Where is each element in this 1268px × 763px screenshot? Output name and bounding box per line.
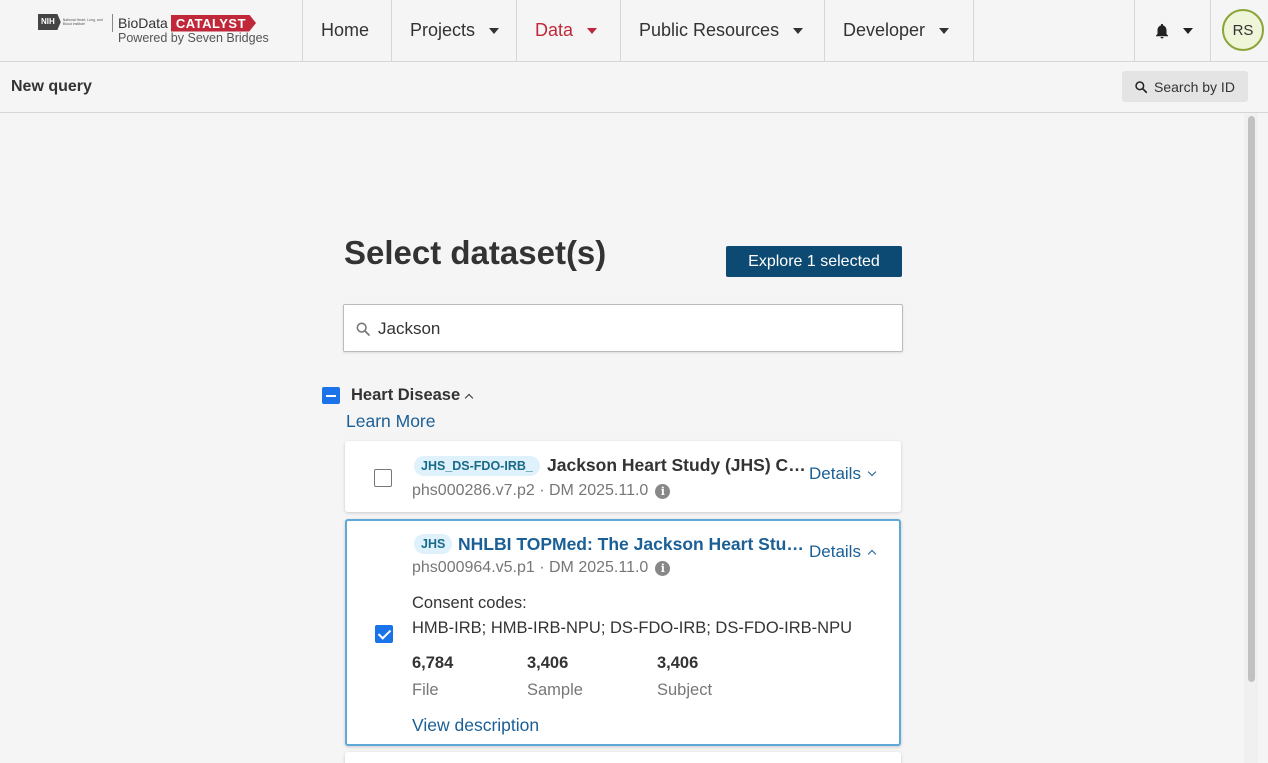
details-toggle[interactable]: Details [809, 464, 877, 484]
learn-more-link[interactable]: Learn More [346, 411, 436, 432]
brand-wordmark: BioData CATALYST [118, 14, 257, 32]
chevron-up-icon [867, 549, 877, 559]
nav-data-label: Data [535, 20, 574, 40]
view-description-link[interactable]: View description [412, 715, 539, 736]
nav-home[interactable]: Home [303, 0, 392, 61]
file-count: 6,784 [412, 654, 454, 672]
scrollbar-thumb[interactable] [1248, 116, 1255, 682]
dataset-meta: phs000286.v7.p2 · DM 2025.11.0 i [412, 482, 671, 500]
dataset-meta-text: phs000286.v7.p2 · DM 2025.11.0 [412, 482, 649, 499]
nav-home-label: Home [321, 20, 370, 40]
sample-count: 3,406 [527, 654, 569, 672]
sample-label: Sample [527, 681, 583, 699]
caret-down-icon [939, 27, 950, 34]
logo-divider [112, 14, 113, 32]
details-toggle[interactable]: Details [809, 542, 877, 562]
details-label: Details [809, 542, 861, 561]
nav-projects-label: Projects [410, 20, 476, 40]
caret-down-icon [793, 27, 804, 34]
caret-down-icon [1183, 27, 1193, 34]
dataset-meta-text: phs000964.v5.p1 · DM 2025.11.0 [412, 559, 649, 576]
nav-public-resources[interactable]: Public Resources [621, 0, 825, 61]
brand-bio: BioData [118, 15, 168, 31]
biodata-catalyst-logo[interactable]: NIH National Heart, Lung, and Blood Inst… [0, 0, 303, 61]
user-avatar[interactable]: RS [1222, 9, 1264, 51]
page-title: New query [11, 78, 92, 95]
dataset-tag: JHS_DS-FDO-IRB_ [414, 456, 540, 476]
subject-label: Subject [657, 681, 713, 699]
nih-logo: NIH National Heart, Lung, and Blood Inst… [38, 14, 107, 30]
nav-developer-label: Developer [843, 20, 926, 40]
dataset-title-link[interactable]: NHLBI TOPMed: The Jackson Heart Stu… [458, 534, 810, 555]
bell-icon [1156, 23, 1168, 38]
nav-developer[interactable]: Developer [825, 0, 974, 61]
dataset-meta: phs000964.v5.p1 · DM 2025.11.0 i [412, 559, 671, 577]
dataset-card[interactable] [345, 752, 901, 763]
info-icon[interactable]: i [655, 483, 671, 499]
nih-institute-label: National Heart, Lung, and Blood Institut… [62, 18, 103, 26]
search-by-id-button[interactable]: Search by ID [1122, 71, 1248, 102]
info-icon[interactable]: i [655, 560, 671, 576]
dataset-card[interactable]: JHS_DS-FDO-IRB_ Jackson Heart Study (JHS… [345, 441, 901, 512]
select-datasets-heading: Select dataset(s) [344, 234, 607, 271]
subject-count: 3,406 [657, 654, 699, 672]
chevron-down-icon [867, 467, 877, 477]
caret-down-icon [489, 27, 500, 34]
chevron-up-icon [464, 393, 474, 402]
nav-projects[interactable]: Projects [392, 0, 517, 61]
dataset-tag: JHS [414, 534, 453, 554]
search-icon [1135, 80, 1148, 93]
notifications-menu[interactable] [1134, 0, 1211, 61]
dataset-search-input[interactable] [378, 317, 878, 341]
caret-down-icon [587, 27, 598, 34]
group-heart-disease-toggle[interactable]: Heart Disease [351, 386, 474, 405]
powered-by-label: Powered by Seven Bridges [118, 31, 269, 45]
consent-codes-value: HMB-IRB; HMB-IRB-NPU; DS-FDO-IRB; DS-FDO… [412, 619, 852, 637]
file-label: File [412, 681, 439, 699]
nih-label: NIH [38, 14, 61, 30]
brand-catalyst: CATALYST [170, 14, 257, 32]
avatar-initials: RS [1232, 21, 1254, 39]
consent-codes-label: Consent codes: [412, 594, 527, 612]
search-by-id-label: Search by ID [1154, 78, 1235, 95]
query-toolbar: New query Search by ID [0, 62, 1268, 113]
dataset-search-field[interactable] [343, 304, 903, 352]
dataset-checkbox-checked[interactable] [375, 625, 393, 643]
dataset-card-selected[interactable]: JHS NHLBI TOPMed: The Jackson Heart Stu…… [345, 519, 901, 746]
top-navbar: NIH National Heart, Lung, and Blood Inst… [0, 0, 1268, 62]
group-title: Heart Disease [351, 386, 461, 404]
group-indeterminate-checkbox[interactable] [322, 387, 340, 404]
nav-public-resources-label: Public Resources [639, 20, 780, 40]
nav-data[interactable]: Data [517, 0, 621, 61]
dataset-title: Jackson Heart Study (JHS) Co… [547, 455, 809, 475]
search-icon [356, 322, 370, 336]
explore-selected-button[interactable]: Explore 1 selected [726, 246, 902, 277]
details-label: Details [809, 464, 861, 483]
dataset-checkbox[interactable] [374, 469, 392, 487]
